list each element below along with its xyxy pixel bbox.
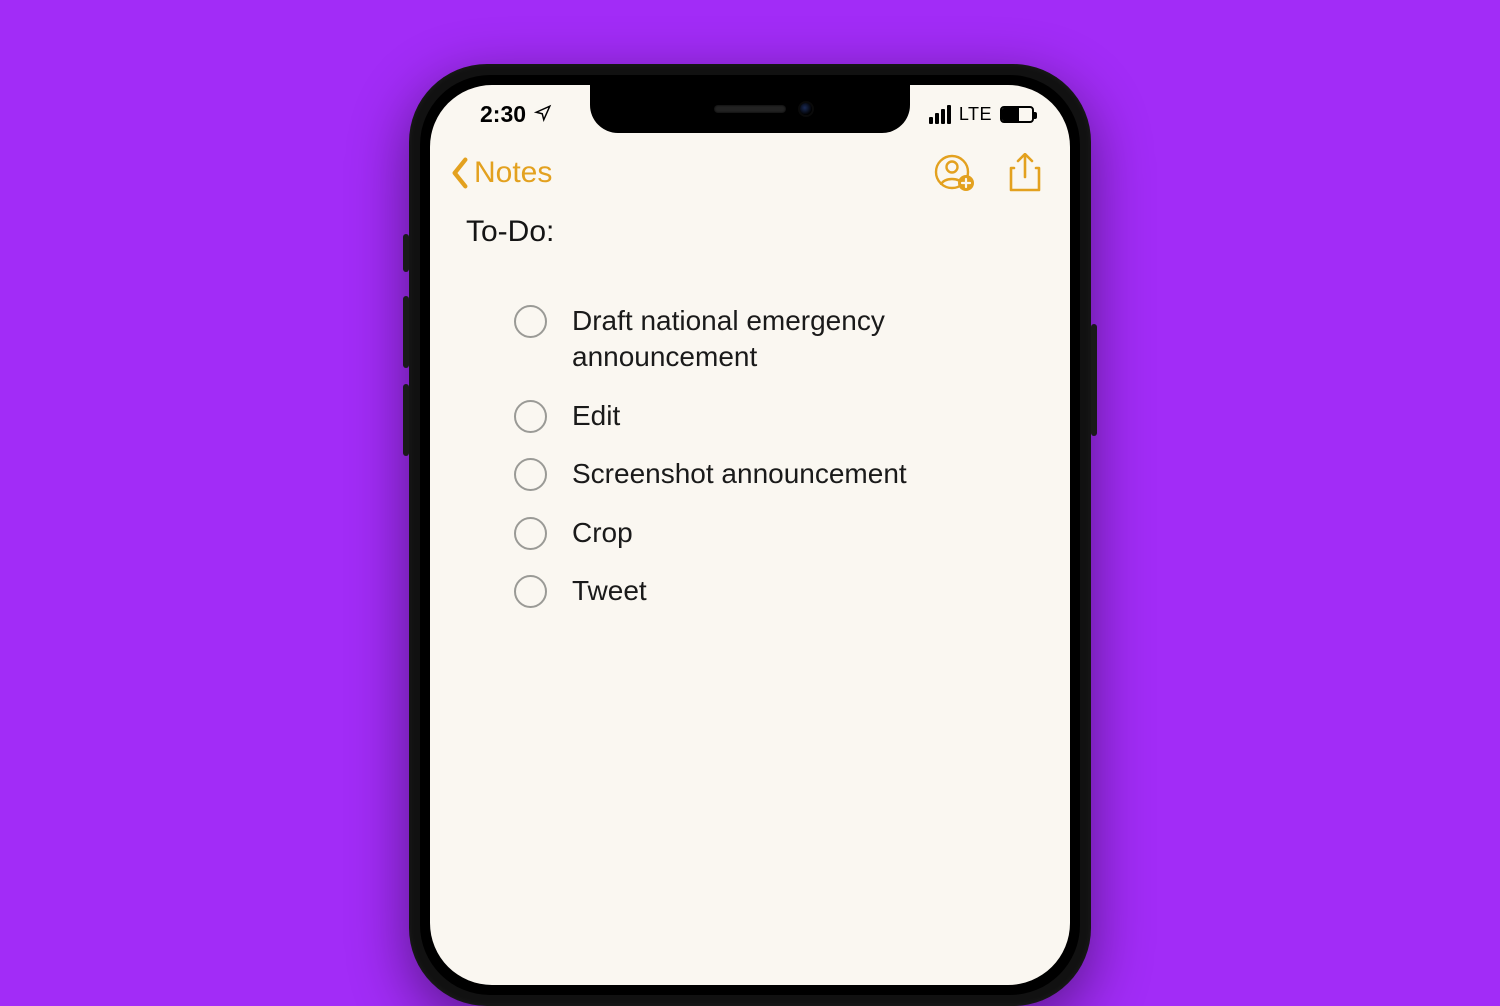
list-item[interactable]: Crop <box>514 515 1034 551</box>
clock: 2:30 <box>480 101 526 128</box>
back-button[interactable]: Notes <box>450 156 552 190</box>
phone-bezel: 2:30 LTE <box>420 75 1080 995</box>
list-item-text[interactable]: Crop <box>572 515 1034 551</box>
status-right: LTE <box>929 104 1038 125</box>
checkbox-icon[interactable] <box>514 517 547 550</box>
note-title[interactable]: To-Do: <box>466 215 1034 249</box>
checklist: Draft national emergency announcement Ed… <box>466 303 1034 609</box>
list-item-text[interactable]: Tweet <box>572 573 1034 609</box>
nav-actions <box>934 153 1042 193</box>
list-item[interactable]: Tweet <box>514 573 1034 609</box>
list-item-text[interactable]: Draft national emergency announcement <box>572 303 1034 376</box>
volume-up-button <box>403 296 409 368</box>
list-item-text[interactable]: Screenshot announcement <box>572 456 1034 492</box>
earpiece-speaker <box>714 105 786 113</box>
back-label: Notes <box>474 156 552 190</box>
front-camera <box>800 103 812 115</box>
network-label: LTE <box>959 104 992 125</box>
screen: 2:30 LTE <box>430 85 1070 985</box>
checkbox-icon[interactable] <box>514 575 547 608</box>
cellular-signal-icon <box>929 105 951 124</box>
phone-frame: 2:30 LTE <box>409 64 1091 1006</box>
list-item[interactable]: Edit <box>514 398 1034 434</box>
person-add-icon <box>934 153 974 193</box>
share-button[interactable] <box>1008 153 1042 193</box>
mute-switch <box>403 234 409 272</box>
nav-bar: Notes <box>430 143 1070 209</box>
share-icon <box>1008 153 1042 193</box>
list-item-text[interactable]: Edit <box>572 398 1034 434</box>
list-item[interactable]: Draft national emergency announcement <box>514 303 1034 376</box>
battery-icon <box>1000 106 1034 123</box>
add-people-button[interactable] <box>934 153 974 193</box>
location-icon <box>534 101 552 128</box>
checkbox-icon[interactable] <box>514 305 547 338</box>
volume-down-button <box>403 384 409 456</box>
checkbox-icon[interactable] <box>514 400 547 433</box>
note-body[interactable]: To-Do: Draft national emergency announce… <box>430 209 1070 691</box>
chevron-left-icon <box>450 157 470 189</box>
checkbox-icon[interactable] <box>514 458 547 491</box>
notch <box>590 85 910 133</box>
list-item[interactable]: Screenshot announcement <box>514 456 1034 492</box>
power-button <box>1091 324 1097 436</box>
status-left: 2:30 <box>462 101 552 128</box>
